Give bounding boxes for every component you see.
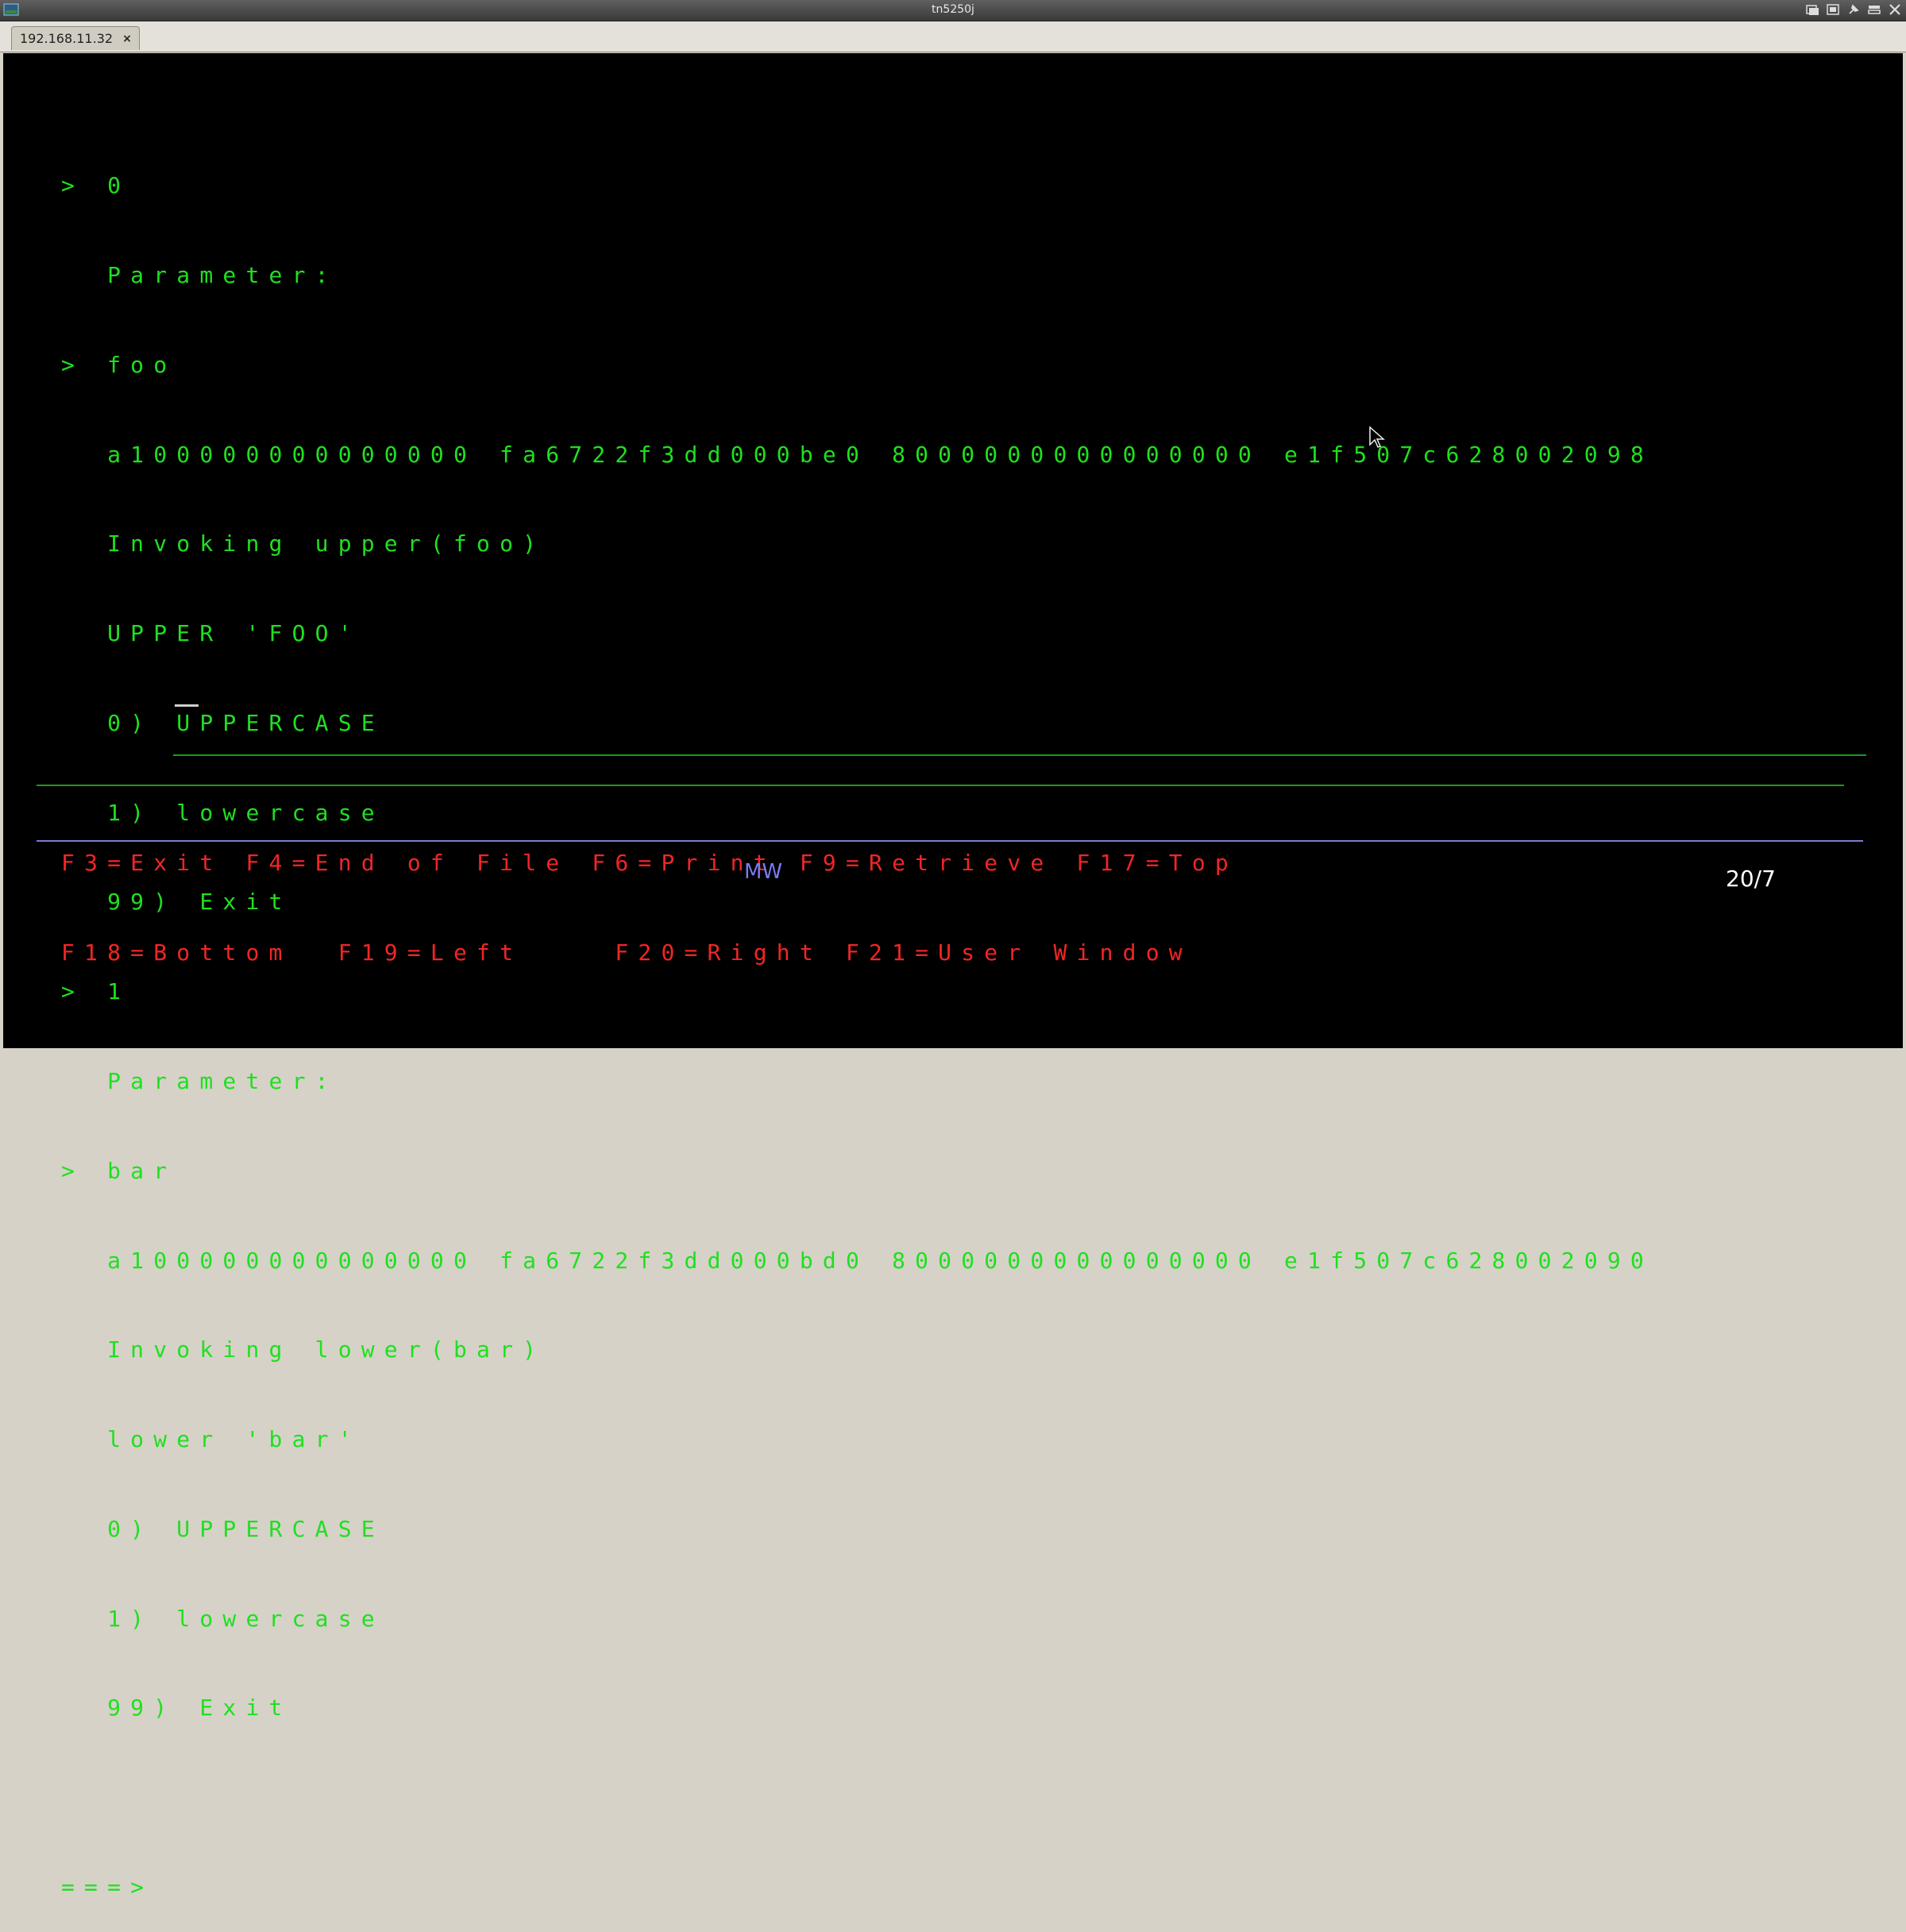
terminal-line: 1) lowercase xyxy=(61,1605,384,1632)
cursor-position: 20/7 xyxy=(1726,866,1776,892)
fkey-line: F18=Bottom F19=Left F20=Right F21=User W… xyxy=(61,939,1192,966)
session-tab-label: 192.168.11.32 xyxy=(20,31,114,46)
fkey-line: F3=Exit F4=End of File F6=Print F9=Retri… xyxy=(61,850,1238,877)
terminal-line: 99) Exit xyxy=(61,1695,292,1722)
maximize-icon[interactable] xyxy=(1825,2,1841,17)
terminal-line: Parameter: xyxy=(61,261,338,288)
terminal-line: a100000000000000 fa6722f3dd000bd0 800000… xyxy=(61,1247,1653,1274)
terminal-line: 0) UPPERCASE xyxy=(61,709,384,736)
window-title: tn5250j xyxy=(932,3,974,16)
terminal-output: > 0 Parameter: > foo a100000000000000 fa… xyxy=(61,111,1653,1932)
terminal-line: > bar xyxy=(61,1157,177,1184)
close-icon[interactable] xyxy=(1887,2,1903,17)
terminal-line: a100000000000000 fa6722f3dd000be0 800000… xyxy=(61,441,1653,468)
command-prompt: ===> xyxy=(61,1874,154,1901)
session-tab[interactable]: 192.168.11.32 × xyxy=(11,26,140,50)
terminal-line: Invoking upper(foo) xyxy=(61,530,546,557)
terminal-line: Parameter: xyxy=(61,1068,338,1094)
separator-line xyxy=(37,785,1844,786)
iconify-icon[interactable] xyxy=(1804,2,1820,17)
status-separator xyxy=(37,840,1863,842)
terminal-line: 0) UPPERCASE xyxy=(61,1515,384,1542)
terminal-line: > foo xyxy=(61,351,177,378)
tab-close-icon[interactable]: × xyxy=(122,33,132,45)
window-titlebar: tn5250j xyxy=(0,0,1906,21)
input-underline xyxy=(173,754,1866,756)
terminal-line: > 0 xyxy=(61,172,131,199)
terminal-line: lower 'bar' xyxy=(61,1426,361,1453)
pin-icon[interactable] xyxy=(1846,2,1862,17)
shade-icon[interactable] xyxy=(1866,2,1882,17)
mouse-pointer-icon xyxy=(1368,426,1386,449)
text-cursor xyxy=(175,704,199,707)
command-input[interactable] xyxy=(173,683,1868,710)
status-mode: MW xyxy=(744,860,783,884)
session-tab-bar: 192.168.11.32 × xyxy=(0,21,1906,52)
window-controls xyxy=(1804,2,1903,17)
terminal-line: Invoking lower(bar) xyxy=(61,1336,546,1363)
terminal-line: UPPER 'FOO' xyxy=(61,620,361,647)
function-key-legend: F3=Exit F4=End of File F6=Print F9=Retri… xyxy=(61,789,1238,997)
